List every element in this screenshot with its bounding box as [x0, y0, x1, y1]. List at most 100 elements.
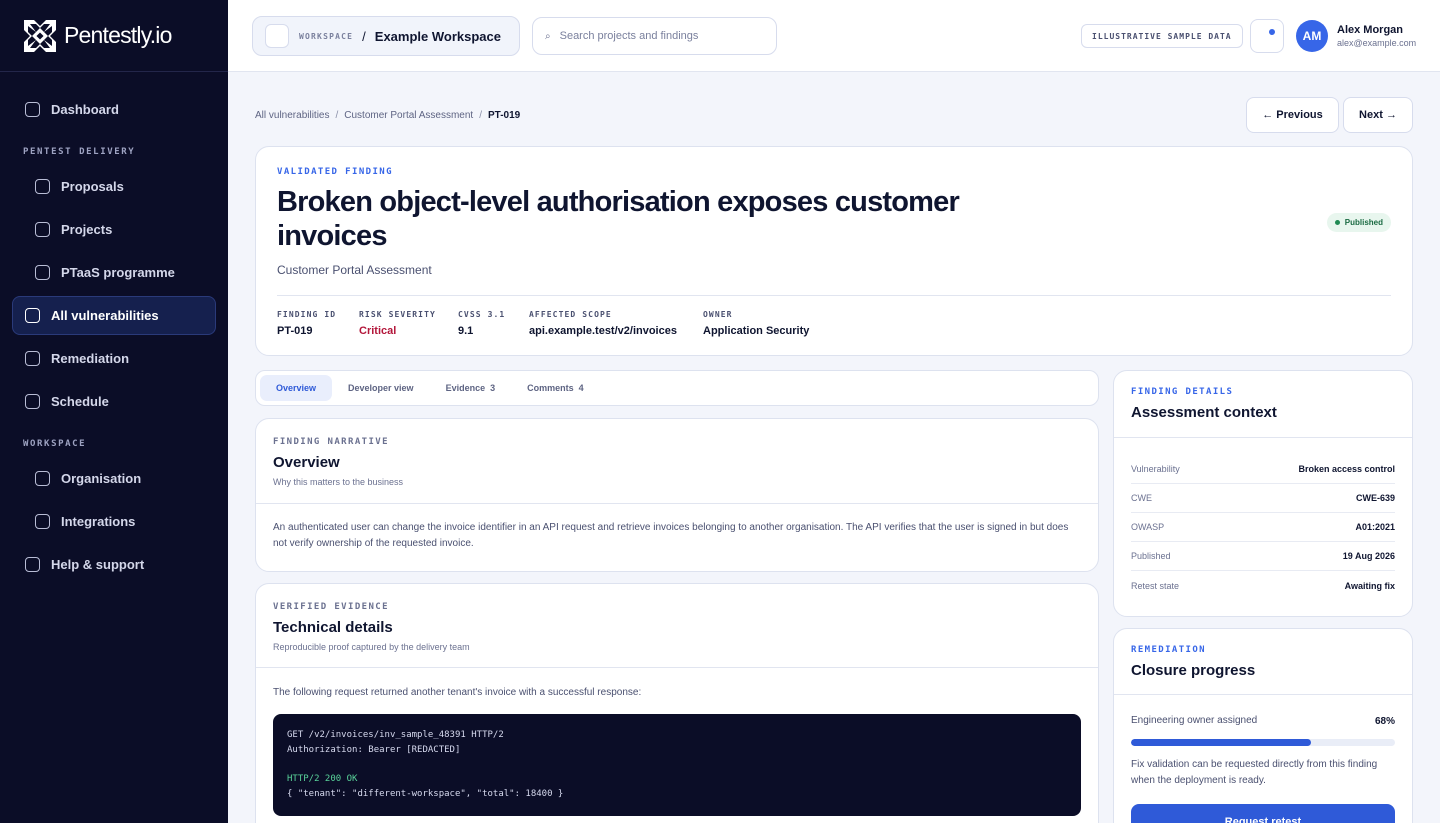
sidebar-item-label: Organisation	[61, 471, 142, 486]
search-box[interactable]: ⌕	[532, 17, 777, 55]
sidebar-item-ptaas-programme[interactable]: PTaaS programme	[12, 253, 216, 292]
sidebar-item-remediation[interactable]: Remediation	[12, 339, 216, 378]
overview-card: FINDING NARRATIVE Overview Why this matt…	[255, 418, 1099, 572]
next-button[interactable]: Next →	[1343, 97, 1413, 133]
finding-tabs: Overview Developer view Evidence 3 Comme…	[255, 370, 1099, 406]
meta-label: AFFECTED SCOPE	[529, 310, 612, 319]
card-eyebrow: FINDING NARRATIVE	[273, 437, 389, 447]
sidebar-item-integrations[interactable]: Integrations	[12, 502, 216, 541]
code-line: Authorization: Bearer [REDACTED]	[287, 744, 461, 755]
sample-data-badge: ILLUSTRATIVE SAMPLE DATA	[1081, 24, 1243, 48]
topbar: WORKSPACE / Example Workspace ⌕ ILLUSTRA…	[228, 0, 1440, 72]
divider	[277, 295, 1391, 296]
sidebar-item-label: Proposals	[61, 179, 124, 194]
remediation-icon	[25, 351, 40, 366]
tab-label: Overview	[276, 383, 317, 393]
meta-label: OWNER	[703, 310, 733, 319]
breadcrumb-current: PT-019	[487, 110, 521, 121]
sidebar-item-schedule[interactable]: Schedule	[12, 382, 216, 421]
sidebar-item-projects[interactable]: Projects	[12, 210, 216, 249]
sidebar-item-label: Help & support	[51, 557, 145, 572]
finding-header-card: VALIDATED FINDING Broken object-level au…	[255, 146, 1413, 356]
tab-count: 4	[578, 383, 584, 393]
card-title: Technical details	[273, 619, 393, 636]
help-icon	[25, 557, 40, 572]
closure-progress-card: REMEDIATION Closure progress Engineering…	[1113, 628, 1413, 823]
meta-value: api.example.test/v2/invoices	[529, 325, 677, 337]
assessment-context-card: FINDING DETAILS Assessment context Vulne…	[1113, 370, 1413, 617]
brand[interactable]: Pentestly.io	[0, 0, 228, 72]
overview-text: An authenticated user can change the inv…	[273, 522, 1069, 549]
card-title: Overview	[273, 454, 340, 471]
schedule-icon	[25, 394, 40, 409]
status-badge: Published	[1326, 213, 1391, 232]
sidebar-item-organisation[interactable]: Organisation	[12, 459, 216, 498]
card-eyebrow: FINDING DETAILS	[1131, 387, 1234, 397]
tab-comments[interactable]: Comments 4	[511, 375, 600, 401]
context-key: Published	[1131, 551, 1171, 561]
meta-value: PT-019	[277, 325, 313, 337]
tab-developer-view[interactable]: Developer view	[332, 375, 430, 401]
card-title: Closure progress	[1131, 662, 1256, 679]
sidebar-item-proposals[interactable]: Proposals	[12, 167, 216, 206]
meta-label: CVSS 3.1	[458, 310, 506, 319]
workspace-name: Example Workspace	[374, 28, 501, 44]
card-title: Assessment context	[1131, 404, 1277, 421]
tab-label: Developer view	[348, 383, 414, 393]
ptaas-programme-icon	[35, 265, 50, 280]
sidebar-section-pentest-delivery: PENTEST DELIVERY	[23, 147, 136, 157]
sidebar-item-label: Dashboard	[51, 102, 119, 117]
previous-button[interactable]: ← Previous	[1246, 97, 1339, 133]
context-key: CWE	[1131, 493, 1152, 503]
divider	[1114, 437, 1412, 438]
meta-value: Application Security	[703, 325, 810, 337]
meta-value: 9.1	[458, 325, 474, 337]
integrations-icon	[35, 514, 50, 529]
card-caption: Reproducible proof captured by the deliv…	[273, 642, 470, 652]
context-row-vulnerability: Vulnerability Broken access control	[1131, 455, 1395, 484]
avatar[interactable]: AM	[1296, 20, 1328, 52]
tab-evidence[interactable]: Evidence 3	[430, 375, 512, 401]
sidebar-nav: Dashboard PENTEST DELIVERY Proposals Pro…	[0, 72, 228, 584]
request-retest-button[interactable]: Request retest	[1131, 804, 1395, 823]
closure-note: Fix validation can be requested directly…	[1131, 759, 1378, 786]
breadcrumb-project[interactable]: Customer Portal Assessment	[344, 110, 473, 121]
search-input[interactable]	[559, 30, 760, 42]
sidebar-item-label: All vulnerabilities	[51, 308, 159, 323]
brand-name: Pentestly.io	[64, 22, 172, 48]
sidebar-item-label: PTaaS programme	[61, 265, 175, 280]
context-key: Retest state	[1131, 580, 1180, 591]
progress-label: Engineering owner assigned	[1131, 715, 1258, 726]
context-key: OWASP	[1131, 522, 1165, 532]
status-badge-label: Published	[1344, 218, 1383, 227]
dashboard-icon	[25, 102, 40, 117]
code-line: { "tenant": "different-workspace", "tota…	[287, 789, 564, 800]
pentestly-logo-icon	[24, 19, 56, 52]
breadcrumb-separator: /	[479, 110, 482, 121]
status-dot-icon	[1334, 220, 1340, 225]
tab-count: 3	[490, 383, 496, 393]
tab-overview[interactable]: Overview	[260, 375, 333, 401]
sidebar-item-help-support[interactable]: Help & support	[12, 545, 216, 584]
tab-label: Comments	[527, 383, 574, 393]
workspace-switcher[interactable]: WORKSPACE / Example Workspace	[252, 16, 520, 56]
context-value: 19 Aug 2026	[1342, 551, 1395, 561]
sidebar-item-dashboard[interactable]: Dashboard	[12, 90, 216, 129]
proposals-icon	[35, 179, 50, 194]
meta-cvss: CVSS 3.1 9.1	[458, 310, 505, 337]
meta-affected-scope: AFFECTED SCOPE api.example.test/v2/invoi…	[529, 310, 677, 337]
notifications-button[interactable]	[1250, 19, 1284, 53]
vulnerabilities-icon	[25, 308, 40, 323]
card-caption: Why this matters to the business	[273, 477, 404, 487]
sidebar-item-all-vulnerabilities[interactable]: All vulnerabilities	[12, 296, 216, 335]
breadcrumb: All vulnerabilities / Customer Portal As…	[255, 110, 520, 121]
context-row-owasp: OWASP A01:2021	[1131, 513, 1395, 542]
organisation-icon	[35, 471, 50, 486]
progress-bar-fill	[1131, 739, 1311, 746]
breadcrumb-all-vulnerabilities[interactable]: All vulnerabilities	[255, 110, 329, 121]
card-header: FINDING NARRATIVE Overview Why this matt…	[273, 437, 403, 487]
severity-value: Critical	[359, 325, 397, 337]
search-icon: ⌕	[545, 30, 551, 42]
projects-icon	[35, 222, 50, 237]
